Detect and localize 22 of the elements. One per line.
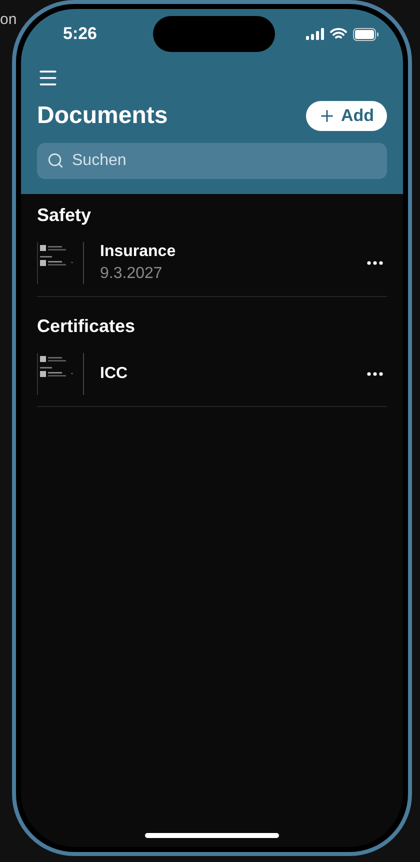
- document-thumbnail: [37, 350, 85, 396]
- wifi-icon: [330, 28, 347, 40]
- section-title: Certificates: [37, 314, 136, 337]
- document-thumbnail: [37, 240, 85, 286]
- signal-icon: [306, 28, 324, 40]
- status-time: 5:26: [62, 23, 98, 46]
- document-name: ICC: [100, 364, 128, 384]
- document-row[interactable]: ICC: [37, 341, 387, 407]
- search-icon: [47, 152, 64, 169]
- battery-icon: [353, 28, 379, 40]
- document-name: Insurance: [100, 242, 176, 262]
- add-button[interactable]: Add: [306, 101, 387, 131]
- section-title: Safety: [37, 204, 92, 226]
- document-row[interactable]: Insurance 9.3.2027: [37, 230, 387, 296]
- search-field[interactable]: Suchen: [37, 143, 387, 179]
- page-title: Documents: [37, 101, 168, 131]
- more-button[interactable]: [367, 261, 383, 265]
- more-icon: [367, 372, 383, 376]
- document-date: 9.3.2027: [100, 264, 164, 284]
- more-button[interactable]: [367, 372, 383, 376]
- background-text: on: [0, 12, 17, 27]
- more-icon: [367, 261, 383, 265]
